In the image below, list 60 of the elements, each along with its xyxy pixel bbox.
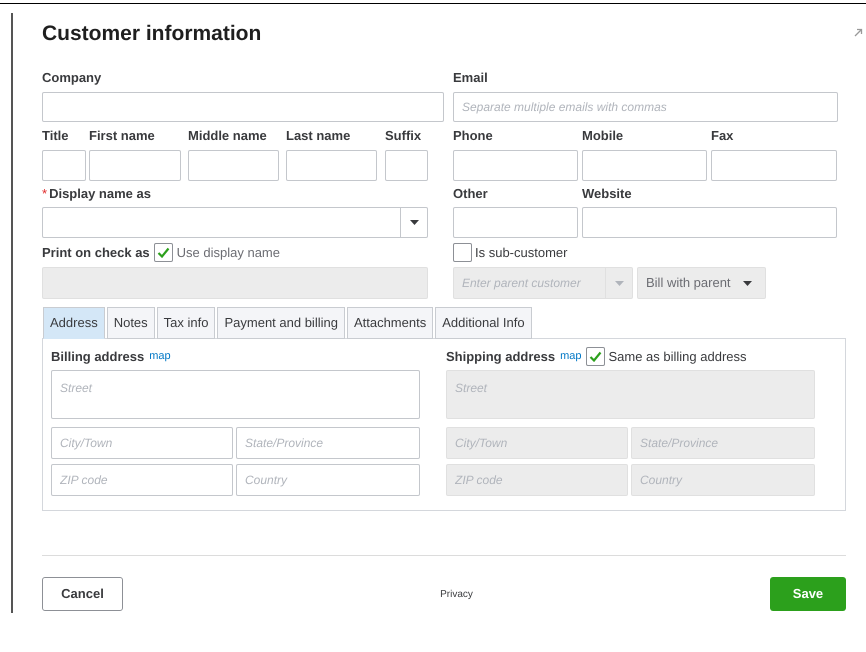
tab[interactable]: Address [43,307,105,339]
tab[interactable]: Attachments [346,307,434,339]
field-label: Billing address [51,348,144,366]
field-label: Email [453,69,488,88]
field-label: First name [89,127,156,146]
name-field[interactable] [89,150,181,181]
checkbox[interactable] [154,243,173,262]
state-field[interactable]: State/Province [236,427,420,459]
field-label: Phone [453,127,494,146]
field-label: Company [42,69,102,88]
field-label: Website [582,185,633,204]
map-link[interactable]: map [149,348,171,365]
field-label: Print on check as [42,244,150,262]
check-icon [589,351,602,362]
map-link[interactable]: map [560,348,582,365]
field-label: Fax [711,127,734,146]
required-asterisk: * [42,185,48,204]
cancel-button[interactable]: Cancel [42,577,123,611]
caret-icon [410,220,418,225]
checkbox-label: Same as billing address [608,348,747,366]
caret-icon [614,280,624,286]
name-field[interactable] [385,150,428,181]
field-label: Mobile [582,127,624,146]
name-field[interactable] [188,150,279,181]
company-field[interactable] [42,92,444,122]
city-field[interactable]: City/Town [51,427,233,459]
text-field[interactable] [453,150,578,181]
checkbox[interactable] [453,243,472,262]
checkbox[interactable] [586,347,606,366]
dialog-title: Customer information [42,21,262,47]
check-icon [156,247,170,258]
field-label: Suffix [385,127,422,146]
text-field[interactable] [711,150,837,181]
expand-icon[interactable] [854,28,863,37]
text-field[interactable] [582,207,837,238]
field-label: Title [42,127,70,146]
tab[interactable]: Tax info [156,307,216,339]
tab[interactable]: Notes [106,307,155,339]
display-name-dropdown[interactable] [42,207,428,238]
field-label: Shipping address [446,348,556,366]
country-field[interactable]: Country [236,464,420,496]
email-field[interactable]: Separate multiple emails with commas [453,92,838,122]
field-label: Other [453,185,489,204]
field-label: Display name as [49,185,151,204]
caret-icon [742,280,752,286]
checkbox-label: Is sub-customer [475,244,568,262]
field-label: Middle name [188,127,268,146]
text-field[interactable] [582,150,707,181]
privacy-link[interactable]: Privacy [440,586,473,602]
name-field[interactable] [286,150,377,181]
zip-field[interactable]: ZIP code [51,464,233,496]
checkbox-label: Use display name [176,244,280,262]
street-field[interactable]: Street [51,370,420,419]
name-field[interactable] [42,150,86,181]
text-field[interactable] [453,207,578,238]
tab[interactable]: Payment and billing [217,307,345,339]
bill-with-parent-dropdown[interactable]: Bill with parent [637,267,766,299]
dropdown-button[interactable] [605,267,633,299]
field-label: Last name [286,127,352,146]
tab[interactable]: Additional Info [435,307,532,339]
